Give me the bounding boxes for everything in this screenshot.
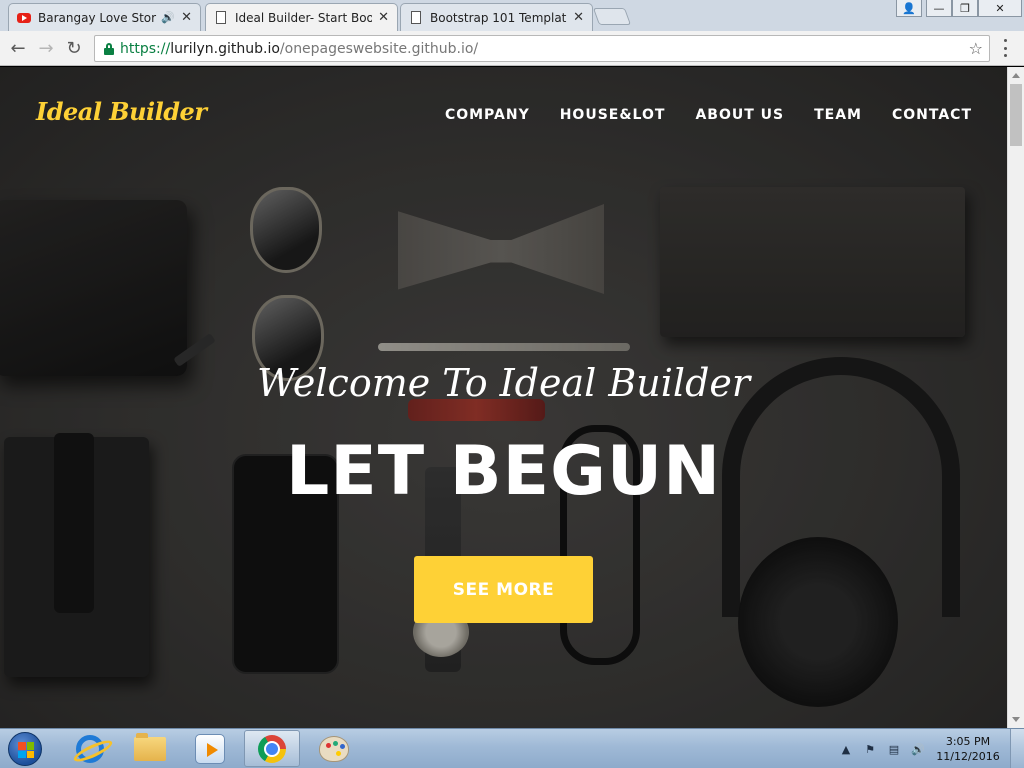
taskbar-chrome[interactable]: [244, 730, 300, 767]
hero-lead-text: Welcome To Ideal Builder: [256, 361, 751, 405]
taskbar-paint[interactable]: [306, 730, 362, 767]
youtube-icon: [17, 11, 31, 25]
tab-title: Ideal Builder- Start Boots: [235, 10, 373, 25]
secure-lock-icon[interactable]: [104, 42, 114, 55]
forward-button[interactable]: →: [35, 37, 57, 59]
chrome-icon: [258, 734, 286, 763]
clock-date: 11/12/2016: [936, 750, 1000, 763]
nav-team[interactable]: TEAM: [814, 107, 862, 123]
page-viewport: Ideal Builder COMPANY HOUSE&LOT ABOUT US…: [0, 67, 1007, 728]
system-tray: ▲ ⚑ ▤ 🔊 3:05 PM 11/12/2016: [830, 729, 1024, 768]
nav-contact[interactable]: CONTACT: [892, 107, 972, 123]
tab-bootstrap-template[interactable]: Bootstrap 101 Template ✕: [400, 3, 593, 31]
tab-close-icon[interactable]: ✕: [573, 10, 584, 25]
bookmark-star-icon[interactable]: ☆: [969, 39, 983, 58]
minimize-button[interactable]: —: [926, 0, 952, 17]
site-navigation: COMPANY HOUSE&LOT ABOUT US TEAM CONTACT: [445, 107, 972, 123]
tab-close-icon[interactable]: ✕: [181, 10, 192, 25]
show-desktop-button[interactable]: [1010, 729, 1024, 768]
taskbar-internet-explorer[interactable]: [62, 730, 118, 767]
scroll-thumb[interactable]: [1010, 84, 1022, 146]
close-window-button[interactable]: ✕: [978, 0, 1022, 17]
audio-playing-icon[interactable]: 🔊: [161, 11, 175, 24]
paint-icon: [319, 735, 349, 762]
document-icon: [214, 11, 228, 25]
tab-barangay-love-stories[interactable]: Barangay Love Stories 🔊 ✕: [8, 3, 201, 31]
url-host: lurilyn.github.io: [170, 40, 280, 57]
windows-taskbar: ▲ ⚑ ▤ 🔊 3:05 PM 11/12/2016: [0, 728, 1024, 768]
taskbar-clock[interactable]: 3:05 PM 11/12/2016: [932, 734, 1004, 764]
user-profile-icon[interactable]: 👤: [896, 0, 922, 17]
tab-close-icon[interactable]: ✕: [378, 10, 389, 25]
url-path: /onepageswebsite.github.io/: [279, 40, 479, 57]
windows-logo-icon: [8, 732, 42, 766]
media-player-icon: [195, 733, 225, 764]
restore-button[interactable]: ❐: [952, 0, 978, 17]
new-tab-button[interactable]: [592, 8, 632, 25]
network-icon[interactable]: ▤: [886, 741, 902, 757]
address-bar[interactable]: https://lurilyn.github.io/onepageswebsit…: [94, 35, 990, 62]
document-icon: [409, 11, 423, 25]
back-button[interactable]: ←: [7, 37, 29, 59]
scroll-up-arrow-icon[interactable]: [1012, 73, 1020, 78]
action-center-flag-icon[interactable]: ⚑: [862, 741, 878, 757]
reload-button[interactable]: ↻: [63, 37, 85, 59]
clock-time: 3:05 PM: [945, 735, 991, 748]
volume-icon[interactable]: 🔊: [910, 741, 926, 757]
browser-tab-strip: Barangay Love Stories 🔊 ✕ Ideal Builder-…: [0, 0, 1024, 31]
show-hidden-icons-arrow-icon[interactable]: ▲: [838, 741, 854, 757]
tab-ideal-builder[interactable]: Ideal Builder- Start Boots ✕: [205, 3, 398, 31]
url-scheme: https://: [120, 40, 171, 57]
tab-title: Barangay Love Stories: [38, 10, 157, 25]
page-scrollbar[interactable]: [1007, 67, 1024, 728]
internet-explorer-icon: [76, 734, 104, 763]
nav-company[interactable]: COMPANY: [445, 107, 530, 123]
see-more-button[interactable]: SEE MORE: [414, 556, 593, 623]
tab-title: Bootstrap 101 Template: [430, 10, 568, 25]
scroll-down-arrow-icon[interactable]: [1012, 717, 1020, 722]
hero-heading: LET BEGUN: [285, 432, 722, 511]
nav-house-and-lot[interactable]: HOUSE&LOT: [560, 107, 666, 123]
site-brand-logo[interactable]: Ideal Builder: [36, 97, 207, 126]
browser-menu-icon[interactable]: [1000, 39, 1010, 57]
nav-about-us[interactable]: ABOUT US: [695, 107, 784, 123]
browser-toolbar: ← → ↻ https://lurilyn.github.io/onepages…: [0, 31, 1024, 66]
file-explorer-icon: [134, 732, 166, 761]
taskbar-file-explorer[interactable]: [122, 730, 178, 767]
taskbar-media-player[interactable]: [182, 730, 238, 767]
start-button[interactable]: [3, 730, 47, 768]
